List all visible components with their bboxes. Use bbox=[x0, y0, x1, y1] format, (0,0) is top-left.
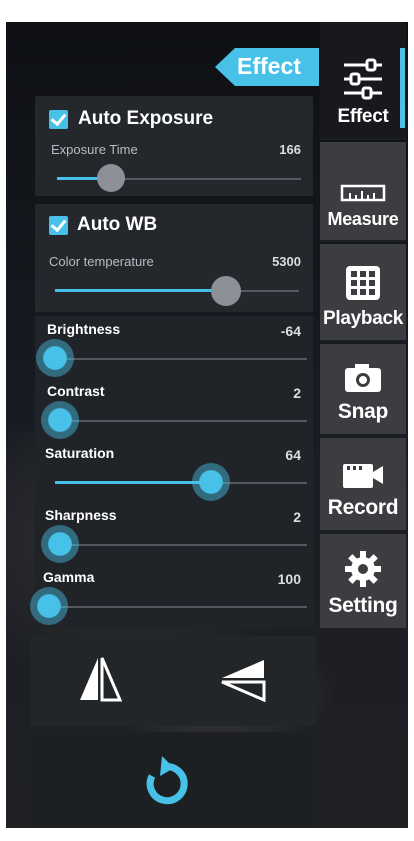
contrast-label: Contrast bbox=[47, 383, 105, 399]
tab-measure[interactable]: Measure bbox=[320, 142, 406, 242]
color-temperature-label: Color temperature bbox=[49, 254, 154, 269]
sharpness-label: Sharpness bbox=[45, 507, 117, 523]
gamma-value: 100 bbox=[277, 571, 301, 587]
auto-exposure-checkbox[interactable] bbox=[49, 110, 68, 129]
camera-icon bbox=[343, 362, 383, 394]
flip-horizontal-icon bbox=[80, 657, 123, 702]
saturation-fill bbox=[55, 481, 212, 484]
tab-measure-label: Measure bbox=[327, 209, 399, 229]
tab-snap-label: Snap bbox=[337, 400, 389, 423]
auto-wb-label: Auto WB bbox=[77, 214, 158, 235]
gamma-knob[interactable] bbox=[30, 587, 68, 625]
tab-record[interactable]: Record bbox=[320, 438, 406, 532]
auto-wb-panel: Auto WB Color temperature 5300 bbox=[35, 204, 313, 312]
tab-effect[interactable]: Effect bbox=[320, 22, 406, 140]
brightness-track bbox=[55, 358, 307, 360]
flip-vertical-icon bbox=[221, 660, 266, 703]
contrast-track bbox=[55, 420, 307, 422]
reset-area bbox=[30, 732, 316, 828]
gear-icon bbox=[344, 550, 382, 588]
sharpness-knob[interactable] bbox=[41, 525, 80, 563]
gamma-track bbox=[49, 606, 307, 608]
brightness-value: -64 bbox=[280, 323, 301, 339]
gamma-label: Gamma bbox=[43, 569, 95, 585]
grid-icon bbox=[344, 264, 382, 302]
auto-exposure-panel: Auto Exposure Exposure Time 166 bbox=[35, 96, 313, 196]
brightness-label: Brightness bbox=[47, 321, 121, 337]
saturation-knob[interactable] bbox=[192, 463, 231, 501]
ruler-icon bbox=[340, 183, 386, 203]
exposure-time-value: 166 bbox=[279, 142, 301, 157]
sliders-icon bbox=[341, 58, 385, 100]
exposure-time-knob[interactable] bbox=[96, 164, 125, 192]
tab-playback[interactable]: Playback bbox=[320, 244, 406, 342]
effect-header: Effect bbox=[215, 48, 319, 86]
color-temperature-value: 5300 bbox=[272, 254, 301, 269]
reset-icon bbox=[146, 756, 188, 805]
auto-exposure-label: Auto Exposure bbox=[78, 108, 214, 129]
exposure-time-label: Exposure Time bbox=[51, 142, 138, 157]
color-temperature-knob[interactable] bbox=[210, 276, 241, 306]
sharpness-track bbox=[55, 544, 307, 546]
saturation-label: Saturation bbox=[45, 445, 115, 461]
active-tab-indicator bbox=[400, 48, 405, 128]
flip-buttons-row bbox=[30, 636, 316, 726]
contrast-value: 2 bbox=[293, 385, 301, 401]
tab-snap[interactable]: Snap bbox=[320, 344, 406, 436]
tab-setting-label: Setting bbox=[328, 594, 398, 617]
tab-playback-label: Playback bbox=[323, 308, 403, 329]
auto-wb-checkbox[interactable] bbox=[49, 216, 68, 235]
effect-header-title: Effect bbox=[237, 53, 301, 79]
flip-horizontal-button[interactable] bbox=[78, 656, 123, 702]
color-temperature-fill bbox=[55, 289, 226, 292]
contrast-knob[interactable] bbox=[41, 401, 80, 439]
tab-bar: Effect Measure Playback Snap Record Sett… bbox=[320, 22, 408, 632]
tab-effect-label: Effect bbox=[337, 106, 389, 127]
flip-vertical-button[interactable] bbox=[220, 658, 266, 703]
sharpness-value: 2 bbox=[293, 509, 301, 525]
tab-setting[interactable]: Setting bbox=[320, 534, 406, 630]
image-adjust-panel: Brightness -64 Contrast 2 Saturation 64 … bbox=[30, 316, 313, 628]
tab-record-label: Record bbox=[327, 496, 399, 519]
reset-button[interactable] bbox=[138, 754, 194, 810]
saturation-value: 64 bbox=[285, 447, 301, 463]
brightness-knob[interactable] bbox=[36, 339, 74, 377]
video-camera-icon bbox=[341, 460, 385, 490]
